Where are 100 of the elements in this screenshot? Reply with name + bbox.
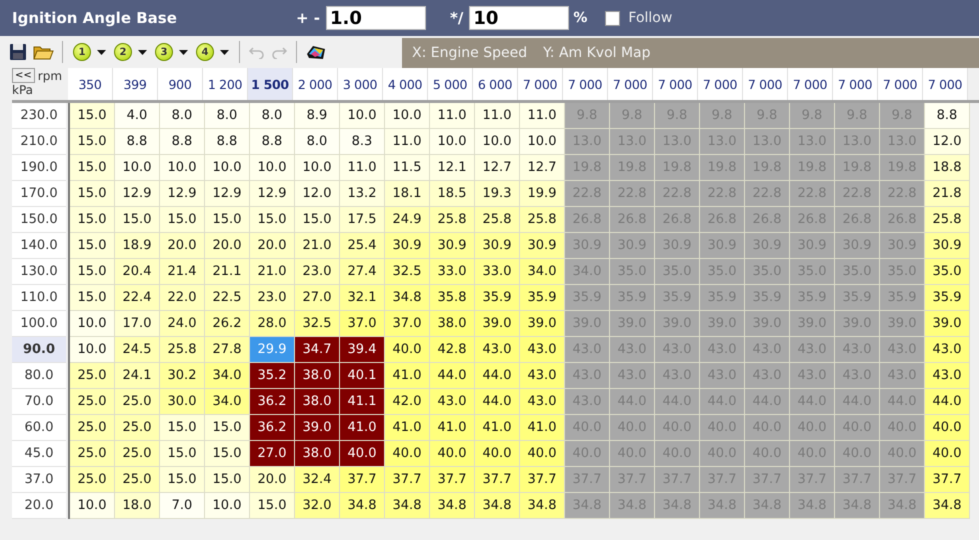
row-header[interactable]: 45.0 [12,441,66,467]
table-cell[interactable]: 40.0 [925,441,970,467]
table-cell[interactable]: 38.0 [295,441,340,467]
table-cell[interactable]: 39.0 [520,311,565,337]
table-cell[interactable]: 33.0 [430,259,475,285]
table-cell[interactable]: 43.0 [520,337,565,363]
row-header[interactable]: 37.0 [12,467,66,493]
table-cell[interactable]: 15.0 [115,207,160,233]
table-cell[interactable]: 10.0 [340,103,385,129]
row-header[interactable]: 190.0 [12,155,66,181]
table-cell[interactable]: 12.1 [430,155,475,181]
table-cell[interactable]: 27.0 [295,285,340,311]
table-cell[interactable]: 10.0 [250,155,295,181]
table-cell[interactable]: 15.0 [160,467,205,493]
table-cell[interactable]: 12.9 [160,181,205,207]
table-cell[interactable]: 25.0 [115,389,160,415]
table-cell[interactable]: 20.0 [250,467,295,493]
table-cell[interactable]: 11.0 [430,103,475,129]
column-header[interactable]: 1 200 [203,68,248,100]
table-cell[interactable]: 37.0 [340,311,385,337]
table-cell[interactable]: 42.0 [385,389,430,415]
table-cell[interactable]: 12.0 [925,129,970,155]
table-cell[interactable]: 10.0 [160,155,205,181]
table-cell[interactable]: 37.7 [925,467,970,493]
table-cell[interactable]: 15.0 [70,207,115,233]
table-cell[interactable]: 34.8 [430,493,475,519]
table-cell[interactable]: 36.2 [250,389,295,415]
add-value-field[interactable]: 1.0 [326,6,426,30]
table-cell[interactable]: 25.0 [115,441,160,467]
preset-button[interactable]: 2 [112,40,149,64]
row-header[interactable]: 20.0 [12,493,66,519]
table-cell[interactable]: 10.0 [70,311,115,337]
table-cell[interactable]: 8.9 [295,103,340,129]
table-cell[interactable]: 15.0 [70,103,115,129]
table-cell[interactable]: 15.0 [205,441,250,467]
table-cell[interactable]: 30.2 [160,363,205,389]
table-cell[interactable]: 8.8 [160,129,205,155]
column-header[interactable]: 900 [158,68,203,100]
table-cell[interactable]: 44.0 [925,389,970,415]
table-cell[interactable]: 12.7 [475,155,520,181]
table-cell[interactable]: 8.0 [250,103,295,129]
table-cell[interactable]: 40.0 [340,441,385,467]
table-cell[interactable]: 41.0 [385,363,430,389]
table-cell[interactable]: 15.0 [160,415,205,441]
column-header[interactable]: 6 000 [473,68,518,100]
table-cell[interactable]: 39.0 [925,311,970,337]
table-cell[interactable]: 25.8 [520,207,565,233]
table-cell[interactable]: 37.7 [520,467,565,493]
row-header[interactable]: 170.0 [12,181,66,207]
table-cell[interactable]: 18.0 [115,493,160,519]
table-cell[interactable]: 26.2 [205,311,250,337]
table-cell[interactable]: 8.8 [115,129,160,155]
table-cell[interactable]: 15.0 [250,207,295,233]
column-header[interactable]: 7 000 [923,68,968,100]
table-cell[interactable]: 32.5 [385,259,430,285]
table-cell[interactable]: 32.1 [340,285,385,311]
table-cell[interactable]: 21.4 [160,259,205,285]
table-cell[interactable]: 37.7 [430,467,475,493]
table-cell[interactable]: 8.0 [295,129,340,155]
table-cell[interactable]: 25.8 [430,207,475,233]
table-cell[interactable]: 22.0 [160,285,205,311]
row-header[interactable]: 90.0 [12,337,66,363]
row-header[interactable]: 150.0 [12,207,66,233]
table-cell[interactable]: 25.0 [115,415,160,441]
table-cell[interactable]: 8.0 [160,103,205,129]
table-cell[interactable]: 43.0 [520,389,565,415]
table-cell[interactable]: 24.0 [160,311,205,337]
table-cell[interactable]: 13.2 [340,181,385,207]
row-header[interactable]: 60.0 [12,415,66,441]
preset-button[interactable]: 3 [153,40,190,64]
table-cell[interactable]: 11.5 [385,155,430,181]
table-cell[interactable]: 18.8 [925,155,970,181]
table-cell[interactable]: 30.9 [520,233,565,259]
table-cell[interactable]: 25.0 [70,389,115,415]
table-cell[interactable]: 25.0 [70,363,115,389]
row-header[interactable]: 110.0 [12,285,66,311]
table-cell[interactable]: 35.2 [250,363,295,389]
table-cell[interactable]: 40.0 [475,441,520,467]
column-header[interactable]: 3 000 [338,68,383,100]
table-cell[interactable]: 44.0 [475,363,520,389]
table-cell[interactable]: 41.0 [430,415,475,441]
row-header[interactable]: 230.0 [12,103,66,129]
table-cell[interactable]: 38.0 [295,389,340,415]
table-cell[interactable]: 15.0 [205,207,250,233]
row-header[interactable]: 80.0 [12,363,66,389]
table-cell[interactable]: 34.0 [520,259,565,285]
table-cell[interactable]: 25.8 [475,207,520,233]
table-cell[interactable]: 17.5 [340,207,385,233]
table-cell[interactable]: 43.0 [430,389,475,415]
table-cell[interactable]: 23.0 [250,285,295,311]
table-cell[interactable]: 10.0 [430,129,475,155]
column-header[interactable]: 4 000 [383,68,428,100]
table-cell[interactable]: 12.0 [295,181,340,207]
table-cell[interactable]: 10.0 [70,493,115,519]
table-cell[interactable]: 12.9 [205,181,250,207]
table-cell[interactable]: 35.9 [520,285,565,311]
column-header[interactable]: 2 000 [293,68,338,100]
table-cell[interactable]: 11.0 [385,129,430,155]
table-cell[interactable]: 8.0 [205,103,250,129]
table-cell[interactable]: 25.4 [340,233,385,259]
